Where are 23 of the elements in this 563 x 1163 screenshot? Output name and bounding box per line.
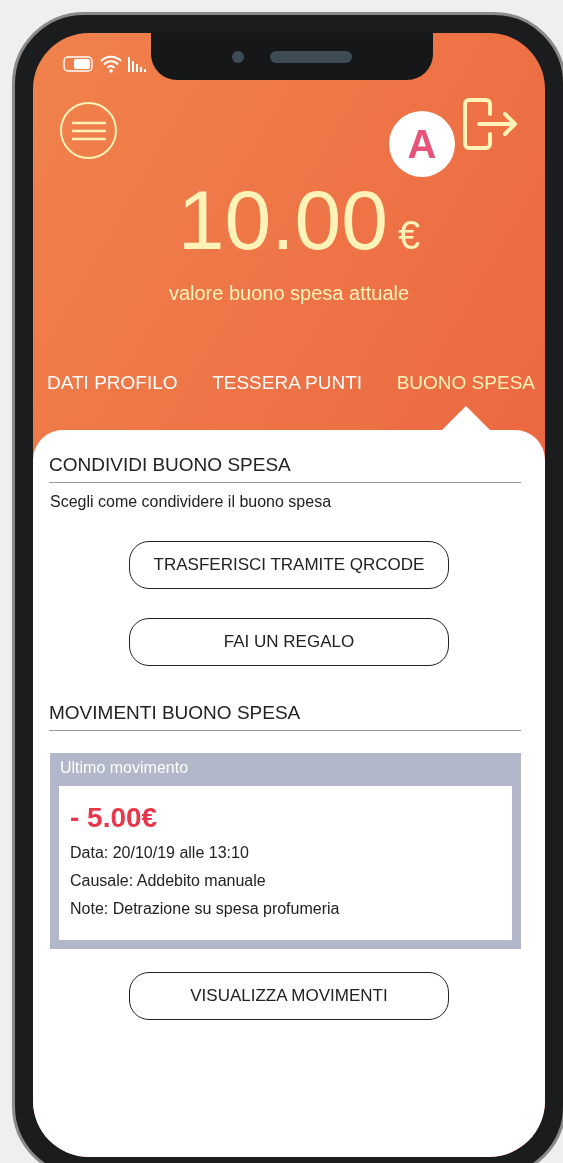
- currency-symbol: €: [398, 213, 421, 258]
- action-button[interactable]: TRASFERISCI TRAMITE QRCODE: [129, 541, 449, 589]
- balance-amount: 10.00: [177, 180, 388, 260]
- movement-note: Note: Detrazione su spesa profumeria: [70, 900, 341, 918]
- section-heading: CONDIVIDI BUONO SPESA: [49, 454, 521, 483]
- signal-icon: [128, 56, 148, 72]
- avatar-initial[interactable]: A: [389, 111, 455, 177]
- battery-icon: [62, 56, 94, 72]
- action-button[interactable]: FAI UN REGALO: [129, 618, 449, 666]
- movement-amount: - 5.00€: [70, 802, 159, 834]
- nav-tab[interactable]: DATI PROFILO: [47, 366, 178, 400]
- movement-reason: Causale: Addebito manuale: [70, 872, 267, 890]
- menu-button[interactable]: [60, 102, 117, 159]
- section-heading: MOVIMENTI BUONO SPESA: [49, 702, 521, 731]
- menu-icon: [70, 120, 107, 141]
- wifi-icon: [100, 55, 122, 73]
- section-description: Scegli come condividere il buono spesa: [50, 493, 333, 511]
- action-button[interactable]: VISUALIZZA MOVIMENTI: [129, 972, 449, 1020]
- balance-caption: valore buono spesa attuale: [167, 282, 411, 305]
- movement-label: Ultimo movimento: [60, 759, 190, 777]
- nav-tab[interactable]: BUONO SPESA: [396, 366, 535, 400]
- nav-tab[interactable]: TESSERA PUNTI: [212, 366, 363, 400]
- movement-date: Data: 20/10/19 alle 13:10: [70, 844, 250, 862]
